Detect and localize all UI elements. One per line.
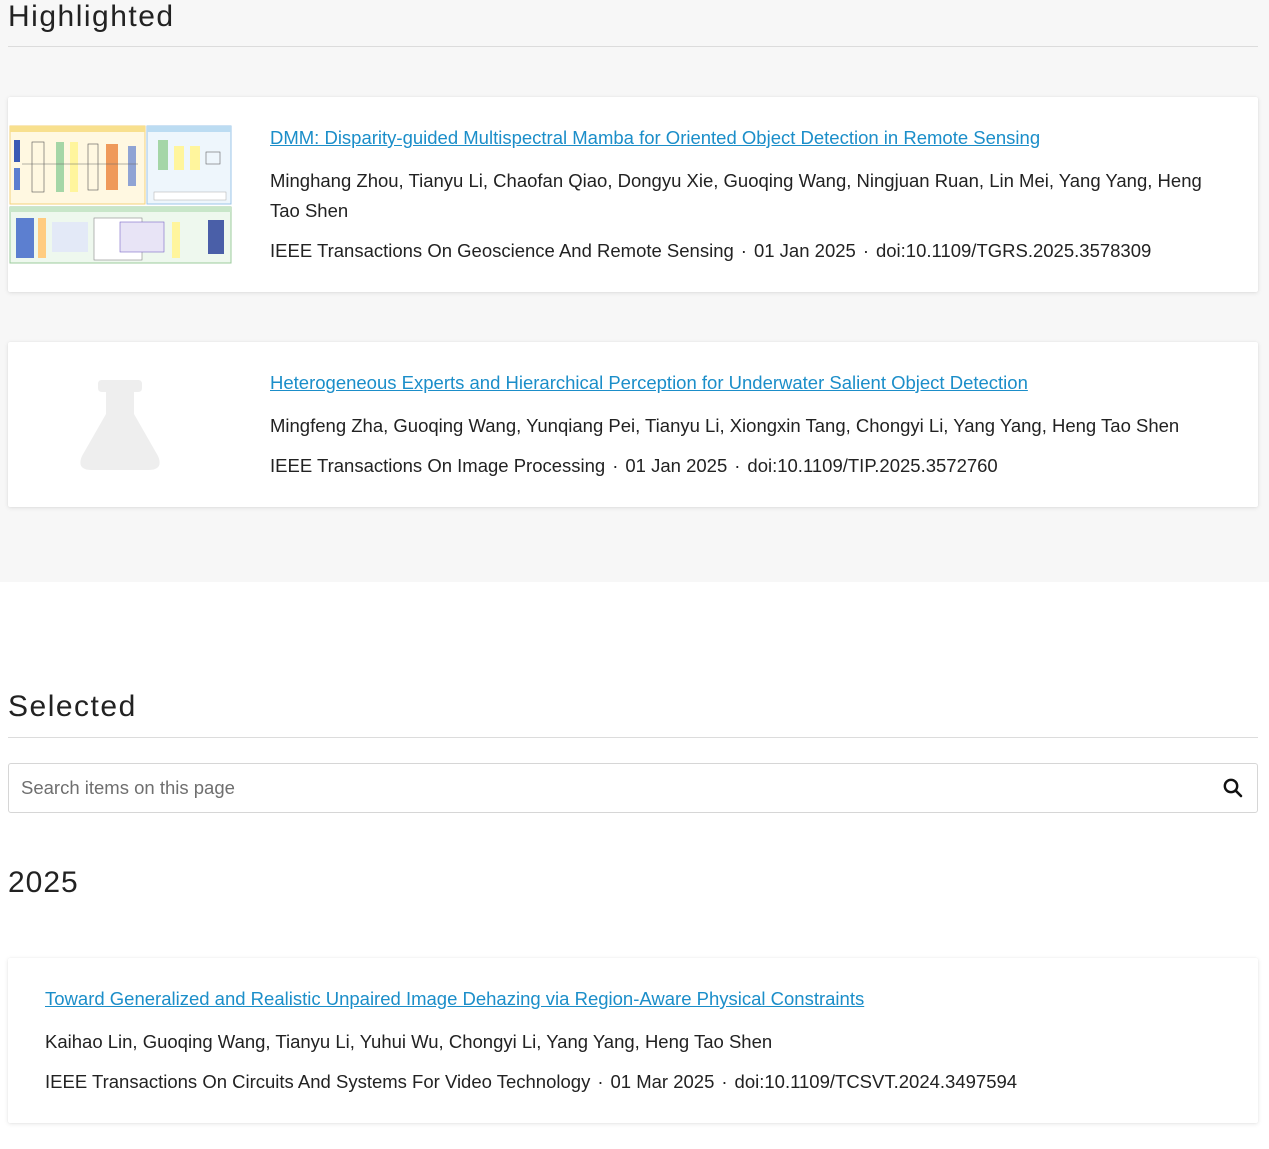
publication-doi: doi:10.1109/TGRS.2025.3578309: [875, 240, 1152, 261]
publication-journal: IEEE Transactions On Geoscience And Remo…: [270, 240, 734, 261]
publication-card: DMM: Disparity-guided Multispectral Mamb…: [8, 97, 1258, 292]
meta-separator: ·: [721, 1071, 728, 1092]
publication-card: Heterogeneous Experts and Hierarchical P…: [8, 342, 1258, 507]
search-icon[interactable]: [1221, 776, 1245, 800]
highlighted-divider: [8, 46, 1258, 47]
publication-meta: IEEE Transactions On Circuits And System…: [45, 1069, 1218, 1095]
publication-meta: IEEE Transactions On Geoscience And Remo…: [270, 238, 1218, 264]
publication-details: Heterogeneous Experts and Hierarchical P…: [270, 370, 1218, 479]
year-heading: 2025: [8, 866, 79, 899]
publication-doi: doi:10.1109/TCSVT.2024.3497594: [734, 1071, 1018, 1092]
publication-date: 01 Jan 2025: [625, 455, 728, 476]
selected-heading: Selected: [8, 690, 137, 723]
publication-card: Toward Generalized and Realistic Unpaire…: [8, 958, 1258, 1123]
search-input[interactable]: [9, 764, 1199, 812]
publication-authors: Kaihao Lin, Guoqing Wang, Tianyu Li, Yuh…: [45, 1031, 773, 1052]
selected-divider: [8, 737, 1258, 738]
publication-date: 01 Jan 2025: [753, 240, 856, 261]
flask-icon: [80, 380, 160, 470]
meta-separator: ·: [612, 455, 619, 476]
publication-doi: doi:10.1109/TIP.2025.3572760: [747, 455, 998, 476]
publication-details: DMM: Disparity-guided Multispectral Mamb…: [270, 125, 1218, 264]
meta-separator: ·: [740, 240, 747, 261]
publication-journal: IEEE Transactions On Image Processing: [270, 455, 606, 476]
publication-thumbnail[interactable]: [8, 124, 233, 265]
meta-separator: ·: [862, 240, 869, 261]
publication-title-link[interactable]: Toward Generalized and Realistic Unpaire…: [45, 986, 1218, 1012]
publication-title-link[interactable]: Heterogeneous Experts and Hierarchical P…: [270, 370, 1218, 396]
publication-date: 01 Mar 2025: [610, 1071, 715, 1092]
highlighted-heading: Highlighted: [8, 0, 175, 33]
publication-title-link[interactable]: DMM: Disparity-guided Multispectral Mamb…: [270, 125, 1218, 151]
meta-separator: ·: [597, 1071, 604, 1092]
meta-separator: ·: [734, 455, 741, 476]
publication-authors: Minghang Zhou, Tianyu Li, Chaofan Qiao, …: [270, 170, 1202, 221]
publication-journal: IEEE Transactions On Circuits And System…: [45, 1071, 591, 1092]
publication-authors: Mingfeng Zha, Guoqing Wang, Yunqiang Pei…: [270, 415, 1180, 436]
publication-meta: IEEE Transactions On Image Processing · 01…: [270, 453, 1218, 479]
publication-details: Toward Generalized and Realistic Unpaire…: [45, 986, 1218, 1095]
search-box: [8, 763, 1258, 813]
